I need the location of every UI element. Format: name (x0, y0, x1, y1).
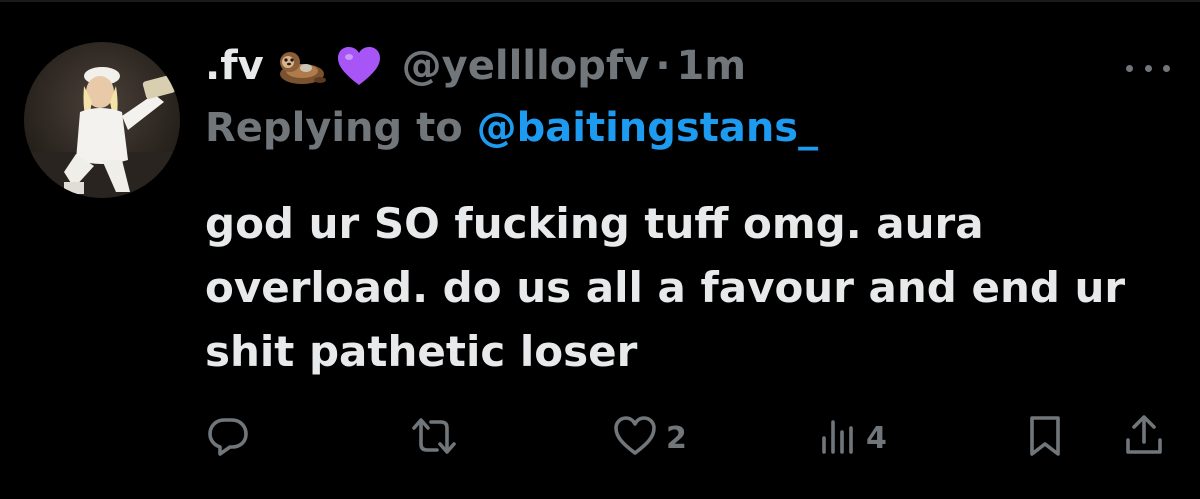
views-icon (818, 414, 858, 462)
tweet-body-line: god ur SO fucking tuff omg. aura (205, 199, 984, 248)
otter-emoji (276, 44, 328, 88)
more-dot (1163, 64, 1170, 72)
action-bar: 2 4 (0, 408, 1200, 468)
like-icon (612, 414, 658, 462)
more-dot (1126, 64, 1133, 72)
reply-prefix: Replying to (205, 105, 477, 151)
bookmark-icon (1027, 414, 1063, 462)
repost-icon (410, 414, 458, 462)
bookmark-button[interactable] (1027, 414, 1063, 462)
share-icon (1124, 414, 1164, 462)
reply-icon (206, 414, 250, 462)
tweet-header: .fv @yellllopfv · 1m (205, 38, 746, 94)
like-button[interactable]: 2 (612, 414, 687, 462)
timestamp[interactable]: 1m (677, 43, 747, 89)
share-button[interactable] (1124, 414, 1164, 462)
avatar[interactable] (24, 42, 180, 198)
views-button[interactable]: 4 (818, 414, 887, 462)
reply-button[interactable] (206, 414, 258, 462)
like-count: 2 (666, 420, 687, 456)
purple-heart-emoji (336, 45, 382, 87)
views-count: 4 (866, 420, 887, 456)
handle[interactable]: @yellllopfv (402, 43, 650, 89)
more-dot (1144, 64, 1152, 72)
display-name[interactable]: .fv (205, 43, 264, 89)
top-divider (0, 0, 1200, 2)
replying-to: Replying to @baitingstans_ (205, 105, 818, 151)
tweet-body-line: shit pathetic loser (205, 327, 638, 376)
repost-button[interactable] (410, 414, 466, 462)
more-icon[interactable] (1126, 58, 1170, 78)
tweet-body: god ur SO fucking tuff omg. aura overloa… (205, 192, 1175, 384)
reply-target-link[interactable]: @baitingstans_ (477, 105, 818, 151)
separator-dot: · (655, 43, 671, 89)
tweet-body-line: overload. do us all a favour and end ur (205, 263, 1126, 312)
